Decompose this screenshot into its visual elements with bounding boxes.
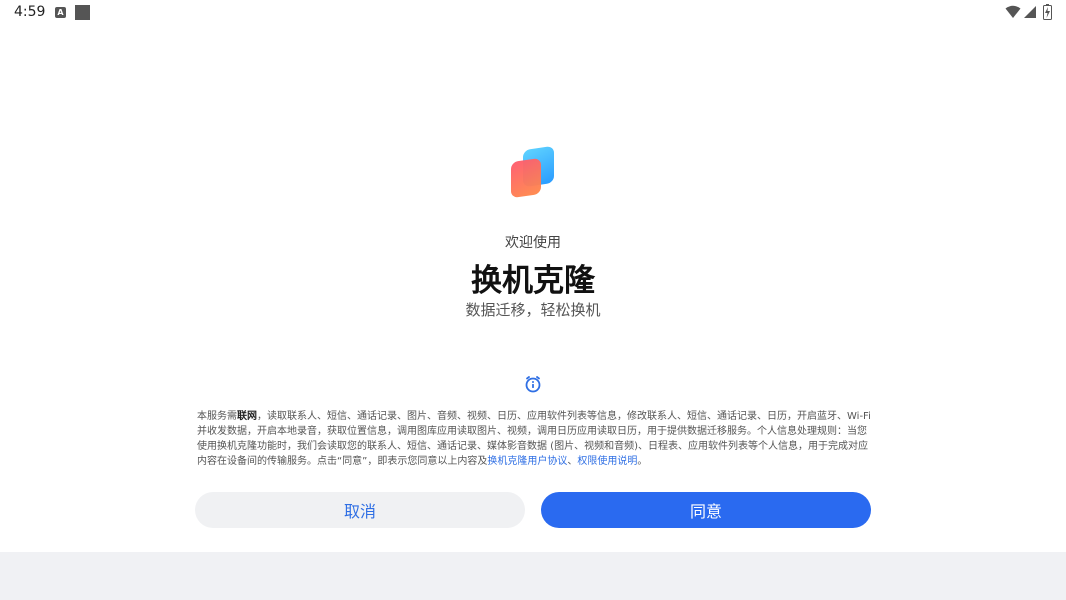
cancel-button[interactable]: 取消 — [195, 492, 525, 528]
privacy-statement: 本服务需联网，读取联系人、短信、通话记录、图片、音频、视频、日历、应用软件列表等… — [197, 409, 872, 469]
privacy-separator: 、 — [567, 456, 578, 467]
privacy-text-part: 本服务需 — [197, 411, 237, 422]
signal-icon — [1024, 6, 1036, 18]
info-alert-icon — [525, 376, 541, 393]
welcome-label: 欢迎使用 — [505, 235, 561, 251]
wifi-icon — [1005, 5, 1021, 18]
privacy-text-end: 。 — [637, 456, 648, 467]
permission-description-link[interactable]: 权限使用说明 — [577, 456, 637, 467]
app-title: 换机克隆 — [471, 263, 595, 299]
accessibility-a-icon: A — [55, 7, 66, 18]
status-bar: 4:59 A — [0, 0, 1066, 26]
notification-square-icon — [75, 5, 90, 20]
app-subtitle: 数据迁移，轻松换机 — [465, 301, 601, 319]
navigation-bar-area — [0, 552, 1066, 600]
logo-red-card — [511, 157, 541, 199]
status-time: 4:59 — [14, 4, 46, 20]
privacy-bold-network: 联网 — [237, 411, 257, 422]
agree-button[interactable]: 同意 — [541, 492, 871, 528]
battery-charging-icon — [1043, 4, 1052, 20]
user-agreement-link[interactable]: 换机克隆用户协议 — [487, 456, 567, 467]
app-logo-icon — [509, 145, 557, 199]
